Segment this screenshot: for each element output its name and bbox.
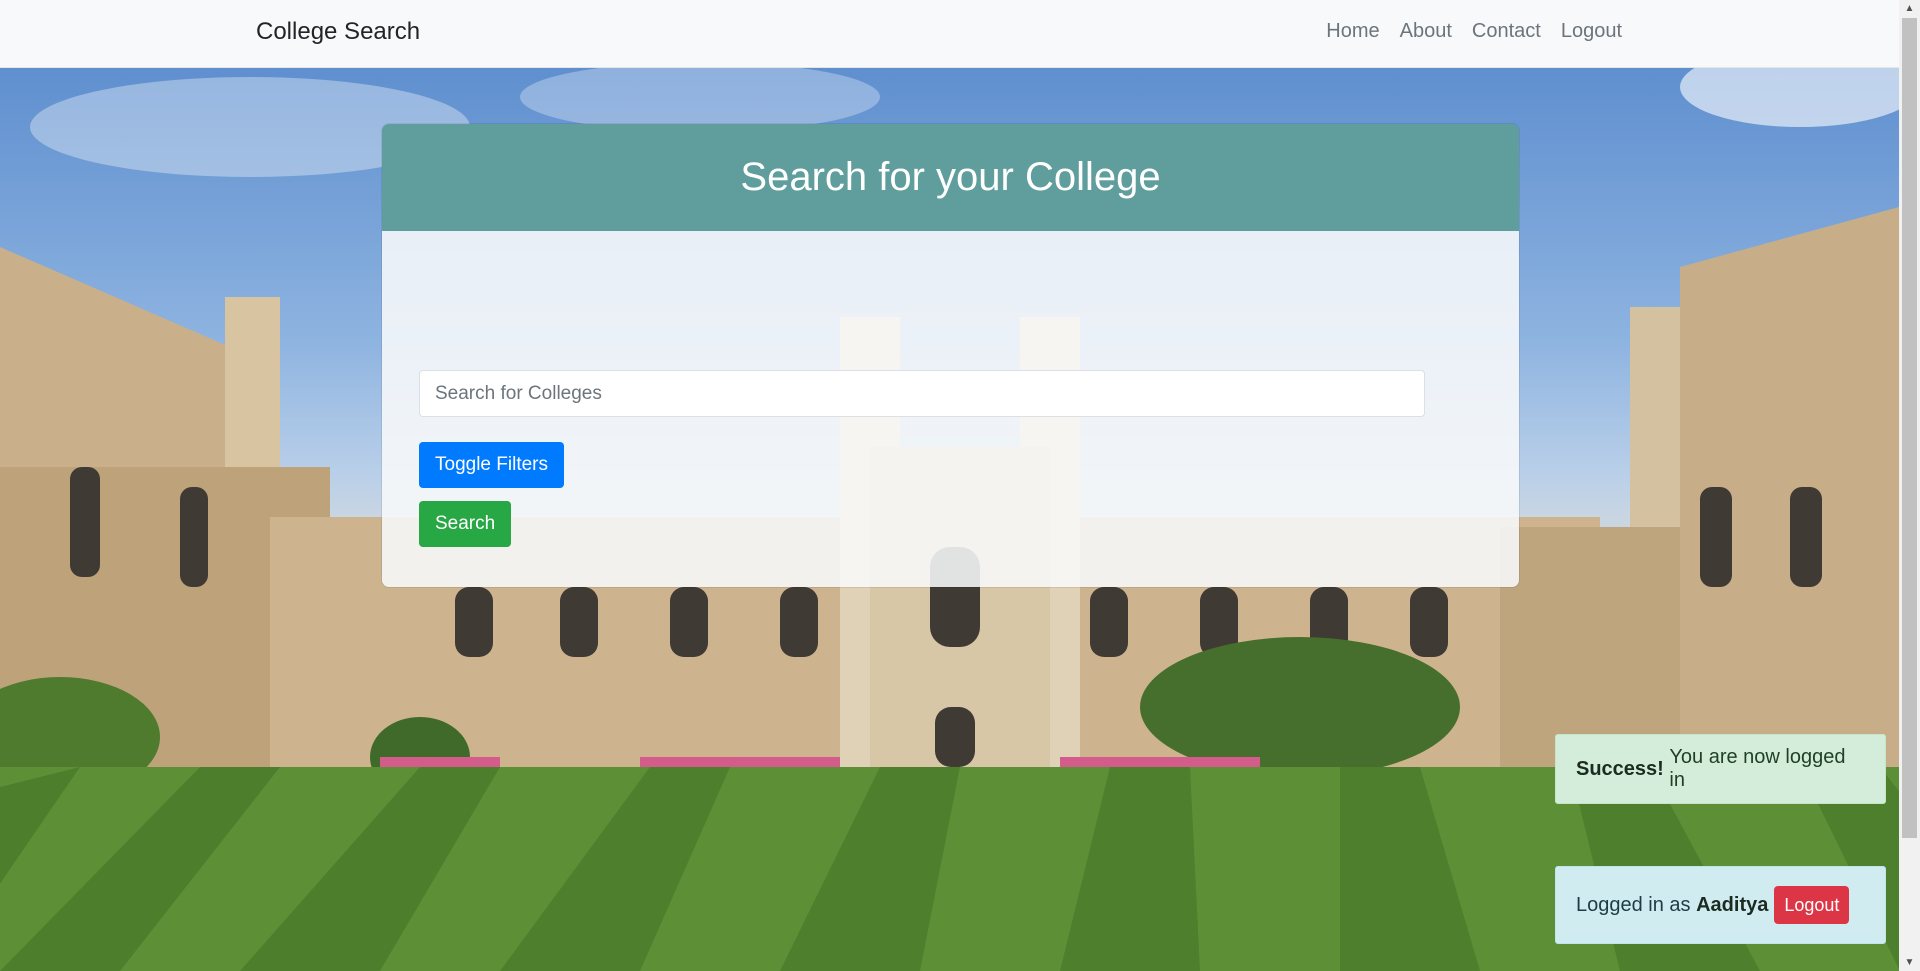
toast-success-message: You are now logged in: [1669, 746, 1846, 791]
card-header: Search for your College: [382, 124, 1519, 231]
user-toast-prefix: Logged in as: [1576, 893, 1691, 916]
nav-link-about[interactable]: About: [1400, 20, 1452, 43]
user-toast: Logged in as Aaditya Logout: [1555, 866, 1886, 944]
user-toast-username: Aaditya: [1696, 893, 1769, 916]
toast-logout-button[interactable]: Logout: [1774, 886, 1850, 924]
page-title: Search for your College: [740, 155, 1161, 199]
navbar: College Search Home About Contact Logout: [0, 0, 1899, 68]
toast-success-strong: Success!: [1576, 757, 1664, 780]
scroll-up-icon[interactable]: ▲: [1899, 0, 1920, 17]
nav-links: Home About Contact Logout: [1326, 20, 1622, 43]
search-input[interactable]: [419, 370, 1425, 417]
brand-link[interactable]: College Search: [256, 18, 420, 46]
nav-link-contact[interactable]: Contact: [1472, 20, 1541, 43]
page-scrollbar[interactable]: ▲ ▼: [1899, 0, 1920, 971]
search-card: Search for your College Toggle Filters S…: [381, 123, 1520, 588]
scroll-thumb[interactable]: [1902, 18, 1917, 838]
success-toast: Success! You are now logged in: [1555, 734, 1886, 804]
nav-link-logout[interactable]: Logout: [1561, 20, 1622, 43]
search-button[interactable]: Search: [419, 501, 512, 547]
scroll-down-icon[interactable]: ▼: [1899, 954, 1920, 971]
card-body: Toggle Filters Search: [382, 231, 1519, 587]
nav-link-home[interactable]: Home: [1326, 20, 1379, 43]
toggle-filters-button[interactable]: Toggle Filters: [419, 442, 564, 488]
